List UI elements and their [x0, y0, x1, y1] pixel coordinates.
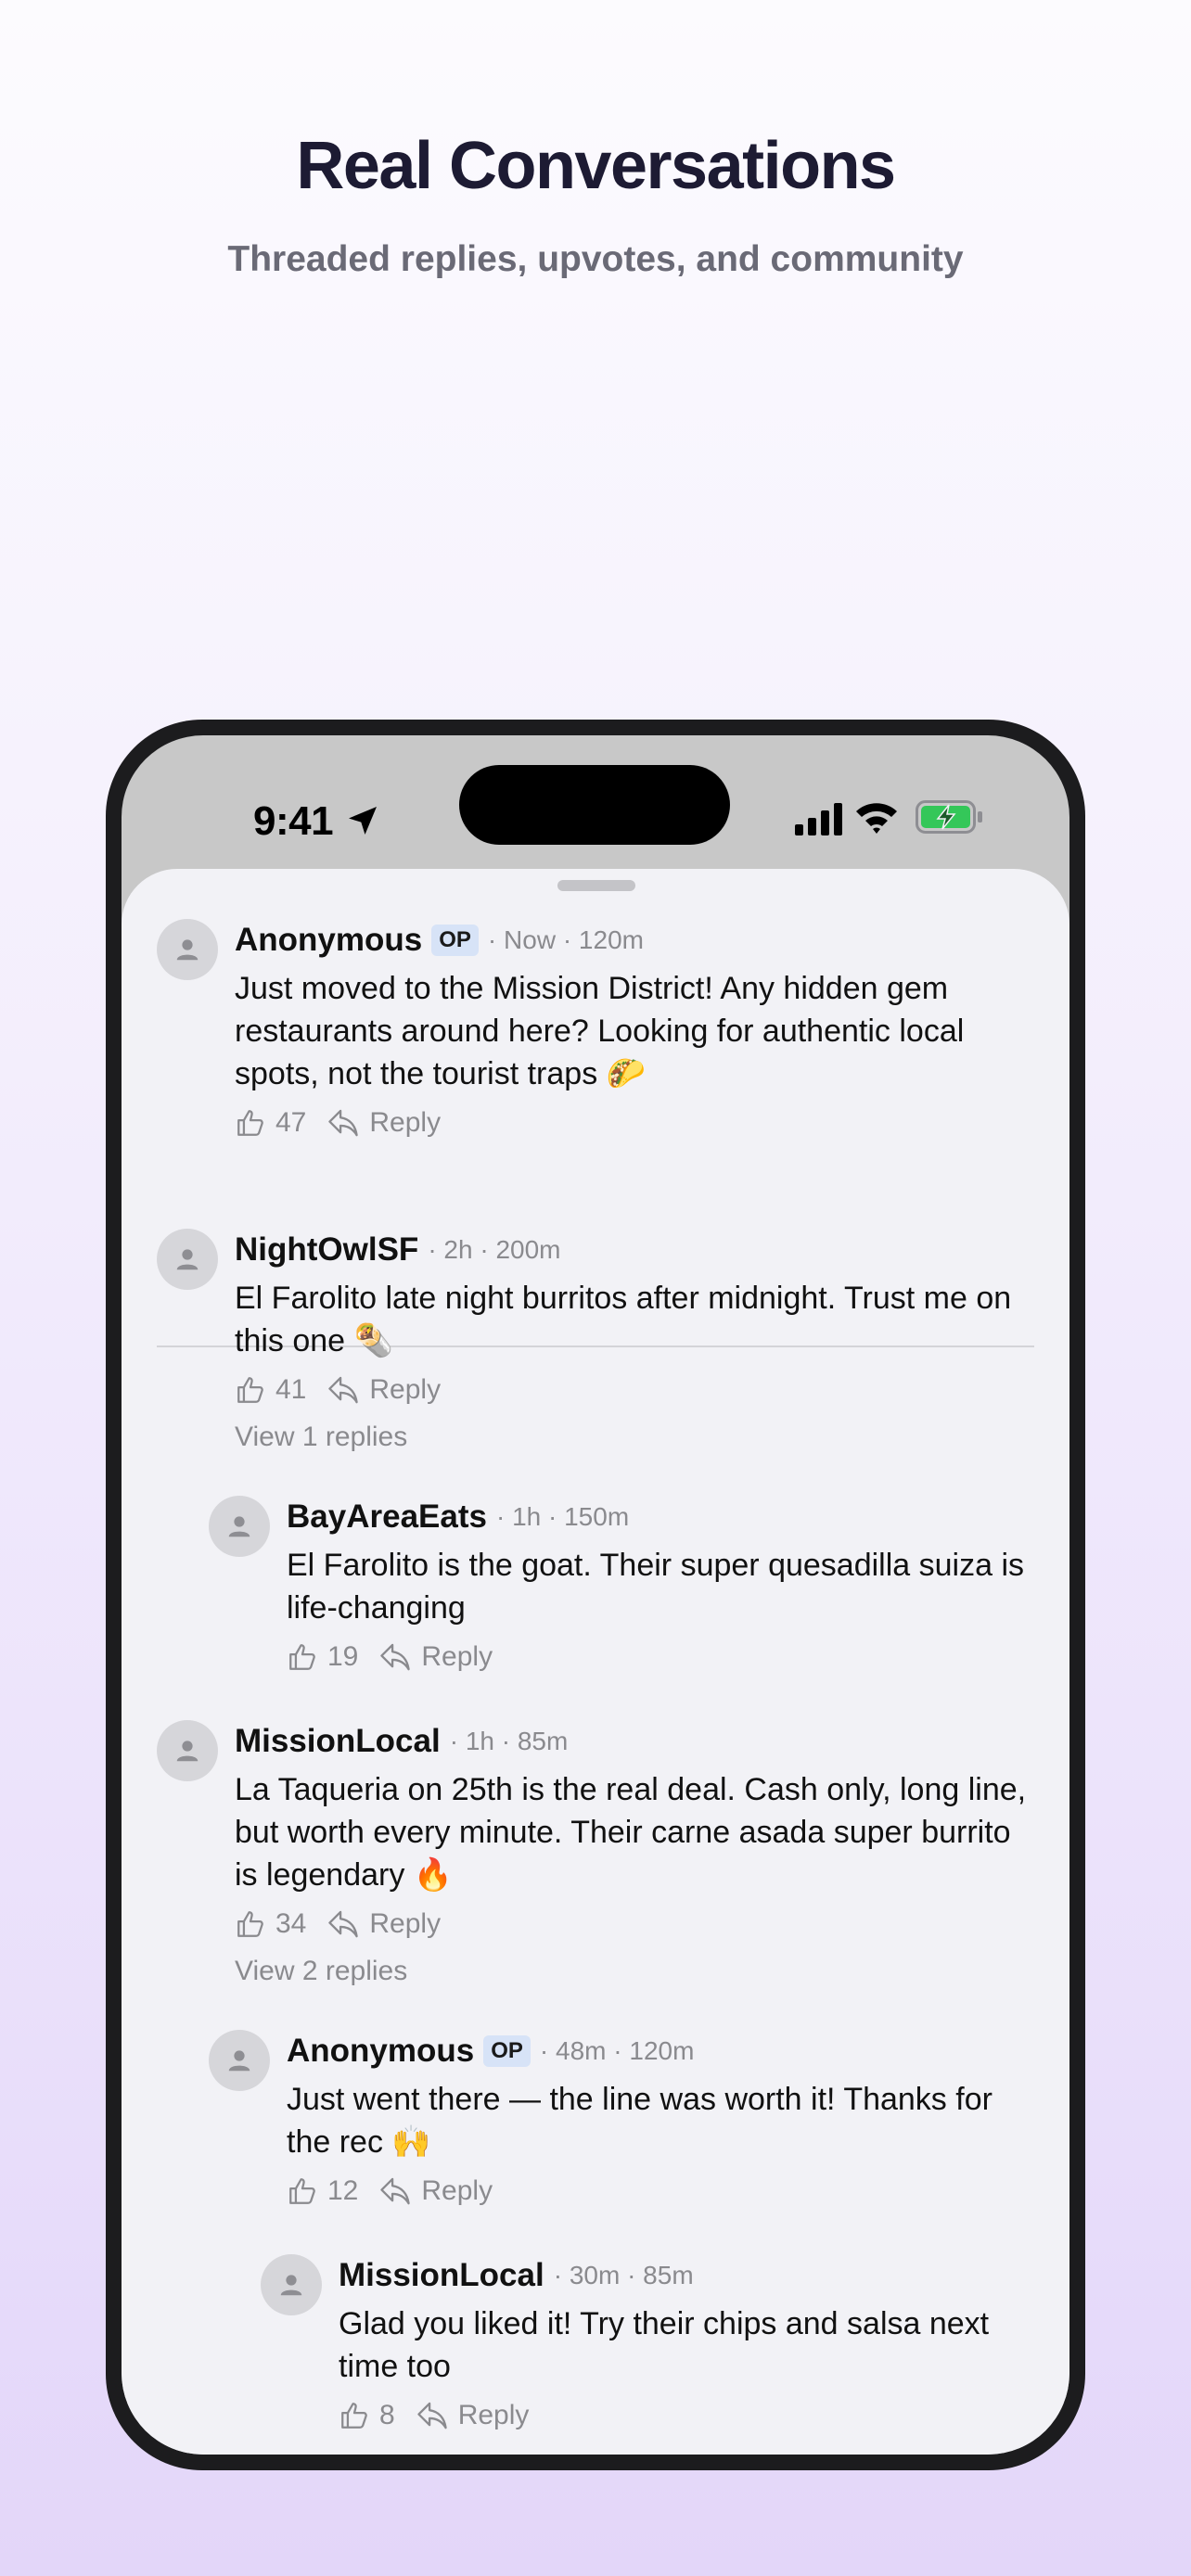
reply-button[interactable]: Reply — [369, 1908, 441, 1940]
upvote-count: 12 — [327, 2175, 359, 2206]
wifi-icon — [856, 803, 897, 834]
comment-meta: · 1h · 85m — [449, 1727, 569, 1755]
phone-frame: 9:41 Anonymous OP · Now · 120m Just move… — [106, 720, 1085, 2470]
signal-bars-icon — [795, 803, 842, 835]
thumbs-up-icon[interactable] — [339, 2400, 370, 2431]
hero-subtitle: Threaded replies, upvotes, and community — [227, 239, 964, 279]
reply-arrow-icon[interactable] — [327, 1909, 360, 1939]
comment-text: El Farolito is the goat. Their super que… — [287, 1548, 1024, 1626]
status-bar: 9:41 — [122, 735, 1069, 865]
avatar[interactable] — [157, 1720, 218, 1781]
person-icon — [176, 1741, 198, 1762]
comment-text: La Taqueria on 25th is the real deal. Ca… — [235, 1772, 1027, 1893]
avatar[interactable] — [157, 919, 218, 980]
comment-author[interactable]: Anonymous — [287, 2033, 474, 2070]
comment-author[interactable]: NightOwlSF — [235, 1231, 418, 1269]
person-icon — [176, 1249, 198, 1270]
hero-title: Real Conversations — [296, 129, 896, 203]
comment-text: Glad you liked it! Try their chips and s… — [339, 2306, 990, 2384]
comment-author[interactable]: MissionLocal — [235, 1723, 441, 1760]
reply-button[interactable]: Reply — [458, 2400, 530, 2431]
reply-button[interactable]: Reply — [369, 1107, 441, 1139]
reply-arrow-icon[interactable] — [416, 2401, 449, 2430]
reply-button[interactable]: Reply — [421, 2175, 493, 2207]
battery-charging-icon — [916, 800, 982, 834]
thumbs-up-icon[interactable] — [235, 1107, 266, 1139]
phone-screen: 9:41 Anonymous OP · Now · 120m Just move… — [122, 735, 1069, 2455]
sheet-grabber[interactable] — [557, 880, 635, 891]
reply-arrow-icon[interactable] — [327, 1375, 360, 1405]
thumbs-up-icon[interactable] — [235, 1908, 266, 1940]
upvote-count: 47 — [275, 1107, 307, 1138]
status-time: 9:41 — [253, 798, 334, 844]
comment-text: El Farolito late night burritos after mi… — [235, 1281, 1012, 1358]
view-replies-link[interactable]: View 2 replies — [235, 1952, 1038, 1991]
comment-text: Just went there — the line was worth it!… — [287, 2082, 992, 2160]
comments-sheet[interactable]: Anonymous OP · Now · 120m Just moved to … — [122, 869, 1069, 2455]
comment-meta: · Now · 120m — [487, 925, 644, 954]
thumbs-up-icon[interactable] — [235, 1374, 266, 1406]
comment-author[interactable]: BayAreaEats — [287, 1498, 487, 1536]
comment-meta: · 30m · 85m — [553, 2261, 694, 2289]
person-icon — [228, 2050, 250, 2072]
thumbs-up-icon[interactable] — [287, 1641, 318, 1673]
person-icon — [280, 2275, 302, 2296]
comment-meta: · 48m · 120m — [539, 2036, 695, 2065]
person-icon — [228, 1516, 250, 1537]
reply-arrow-icon[interactable] — [378, 1642, 412, 1672]
location-arrow-icon — [349, 807, 377, 835]
comment-meta: · 1h · 150m — [495, 1502, 630, 1531]
reply-button[interactable]: Reply — [421, 1641, 493, 1673]
upvote-count: 34 — [275, 1908, 307, 1939]
upvote-count: 19 — [327, 1641, 359, 1672]
thumbs-up-icon[interactable] — [287, 2175, 318, 2207]
reply-arrow-icon[interactable] — [378, 2176, 412, 2206]
reply-button[interactable]: Reply — [369, 1374, 441, 1406]
avatar[interactable] — [209, 1496, 270, 1557]
comment-meta: · 2h · 200m — [428, 1235, 561, 1264]
upvote-count: 8 — [379, 2400, 395, 2430]
op-badge: OP — [483, 2035, 531, 2067]
comment-author[interactable]: Anonymous — [235, 922, 422, 959]
op-badge: OP — [431, 925, 479, 956]
comment-text: Just moved to the Mission District! Any … — [235, 971, 965, 1091]
avatar[interactable] — [261, 2254, 322, 2315]
avatar[interactable] — [209, 2030, 270, 2091]
avatar[interactable] — [157, 1229, 218, 1290]
upvote-count: 41 — [275, 1374, 307, 1405]
person-icon — [176, 939, 198, 961]
comment-author[interactable]: MissionLocal — [339, 2257, 544, 2294]
dynamic-island — [459, 765, 730, 845]
reply-arrow-icon[interactable] — [327, 1108, 360, 1138]
view-replies-link[interactable]: View 1 replies — [235, 1418, 1038, 1457]
